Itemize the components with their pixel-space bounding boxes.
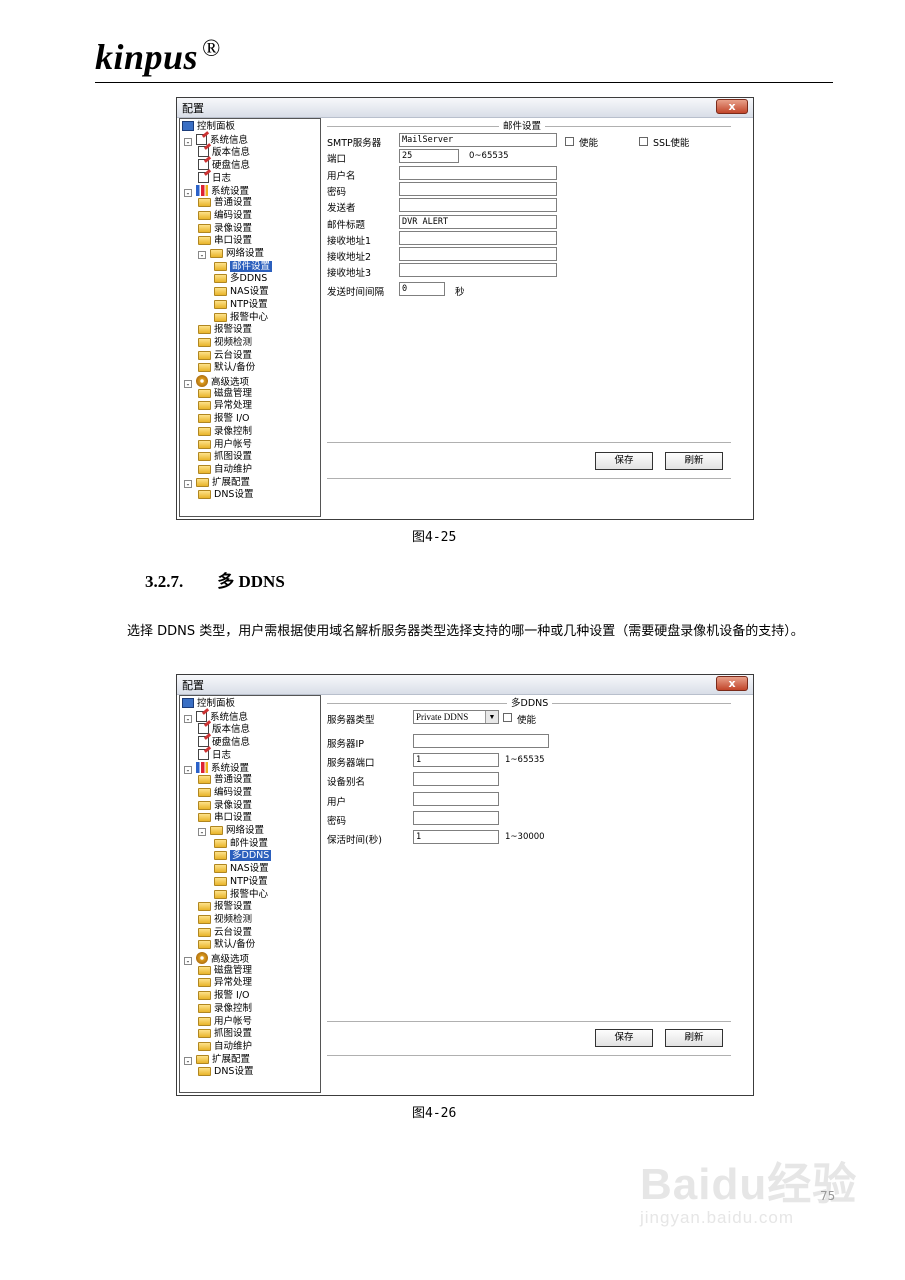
field-input[interactable]: 1: [413, 753, 499, 768]
save-button[interactable]: 保存: [595, 452, 653, 470]
server-type-value: Private DDNS: [416, 712, 469, 722]
field-label: 用户名: [327, 170, 356, 182]
field-input[interactable]: [413, 791, 499, 806]
field-label: 接收地址3: [327, 268, 372, 280]
field-label: 保活时间(秒): [327, 835, 382, 846]
group-title: 多DDNS: [507, 695, 553, 709]
field-label: 服务器端口: [327, 758, 375, 770]
field-label: 接收地址1: [327, 235, 372, 247]
header-rule: [95, 82, 833, 83]
config-window-email: 配置 x 控制面板 - 系统信息 版本信息 硬盘信息 日志 - 系统设置 普通设置 编码设置 录像设…: [176, 97, 754, 520]
range-hint: 1~30000: [505, 832, 545, 842]
interval-unit: 秒: [455, 287, 465, 298]
body-paragraph: 选择 DDNS 类型，用户需根据使用域名解析服务器类型选择支持的哪一种或几种设置…: [127, 624, 804, 639]
section-heading: 3.2.7. 多 DDNS: [145, 567, 285, 592]
ddns-settings-panel: 多DDNS 服务器类型 Private DDNS ▼ 使能 服务器IP 服务器端口…: [177, 675, 755, 1097]
field-label: 密码: [327, 815, 347, 827]
group-title: 邮件设置: [499, 118, 546, 132]
figure-caption-1: 图4-25: [412, 530, 457, 545]
field-input[interactable]: [399, 198, 557, 213]
ssl-enable-checkbox[interactable]: [639, 137, 648, 146]
field-input[interactable]: [399, 165, 557, 180]
enable-checkbox[interactable]: [503, 713, 512, 722]
field-label: 发送者: [327, 203, 356, 215]
field-label: 密码: [327, 186, 347, 198]
field-input[interactable]: 1: [413, 830, 499, 844]
registered-mark: ®: [202, 36, 221, 62]
page-number: 75: [820, 1189, 836, 1203]
server-type-select[interactable]: Private DDNS ▼: [413, 710, 499, 724]
refresh-button[interactable]: 刷新: [665, 1029, 723, 1047]
enable-checkbox[interactable]: [565, 137, 574, 146]
bottom-rule: [327, 1021, 731, 1022]
field-input[interactable]: [413, 810, 499, 825]
save-button[interactable]: 保存: [595, 1029, 653, 1047]
config-window-ddns: 配置 x 控制面板 - 系统信息 版本信息 硬盘信息 日志 - 系统设置 普通设置 编码设置 录像设…: [176, 674, 754, 1096]
range-hint: 0~65535: [469, 151, 509, 162]
field-input[interactable]: DVR ALERT: [399, 214, 557, 229]
field-label: 服务器IP: [327, 739, 365, 750]
field-input[interactable]: MailServer: [399, 133, 557, 147]
field-input[interactable]: [399, 247, 557, 262]
field-input[interactable]: 25: [399, 149, 459, 164]
refresh-button[interactable]: 刷新: [665, 452, 723, 470]
enable-label: 使能: [517, 715, 537, 726]
field-label: 接收地址2: [327, 252, 372, 264]
field-input[interactable]: [399, 230, 557, 245]
field-label: 端口: [327, 154, 347, 166]
bottom-rule: [327, 442, 731, 443]
bottom-rule-2: [327, 478, 731, 479]
field-label: 设备别名: [327, 777, 366, 789]
section-title: 多 DDNS: [217, 572, 285, 591]
figure-caption-2: 图4-26: [412, 1106, 457, 1121]
server-type-label: 服务器类型: [327, 715, 375, 726]
chevron-down-icon[interactable]: ▼: [485, 711, 498, 723]
header-logo: kinpus ®: [95, 36, 221, 78]
field-label: 邮件标题: [327, 219, 366, 231]
field-input[interactable]: [399, 263, 557, 278]
range-hint: 1~65535: [505, 755, 545, 766]
email-settings-panel: 邮件设置 SMTP服务器 MailServer 端口 25 0~65535 用户名密码发送…: [177, 98, 755, 521]
interval-input[interactable]: 0: [399, 282, 445, 296]
field-input[interactable]: [413, 772, 499, 787]
field-label: 用户: [327, 796, 347, 808]
baidu-watermark: Baidu经验 jingyan.baidu.com: [640, 1148, 857, 1228]
enable-label: 使能: [579, 138, 599, 149]
interval-label: 发送时间间隔: [327, 287, 385, 298]
field-input[interactable]: [413, 734, 549, 748]
bottom-rule-2: [327, 1055, 731, 1056]
ssl-enable-label: SSL使能: [653, 138, 690, 149]
field-label: SMTP服务器: [327, 138, 382, 149]
section-number: 3.2.7.: [145, 572, 184, 591]
field-input[interactable]: [399, 181, 557, 196]
logo-text: kinpus: [95, 37, 199, 77]
